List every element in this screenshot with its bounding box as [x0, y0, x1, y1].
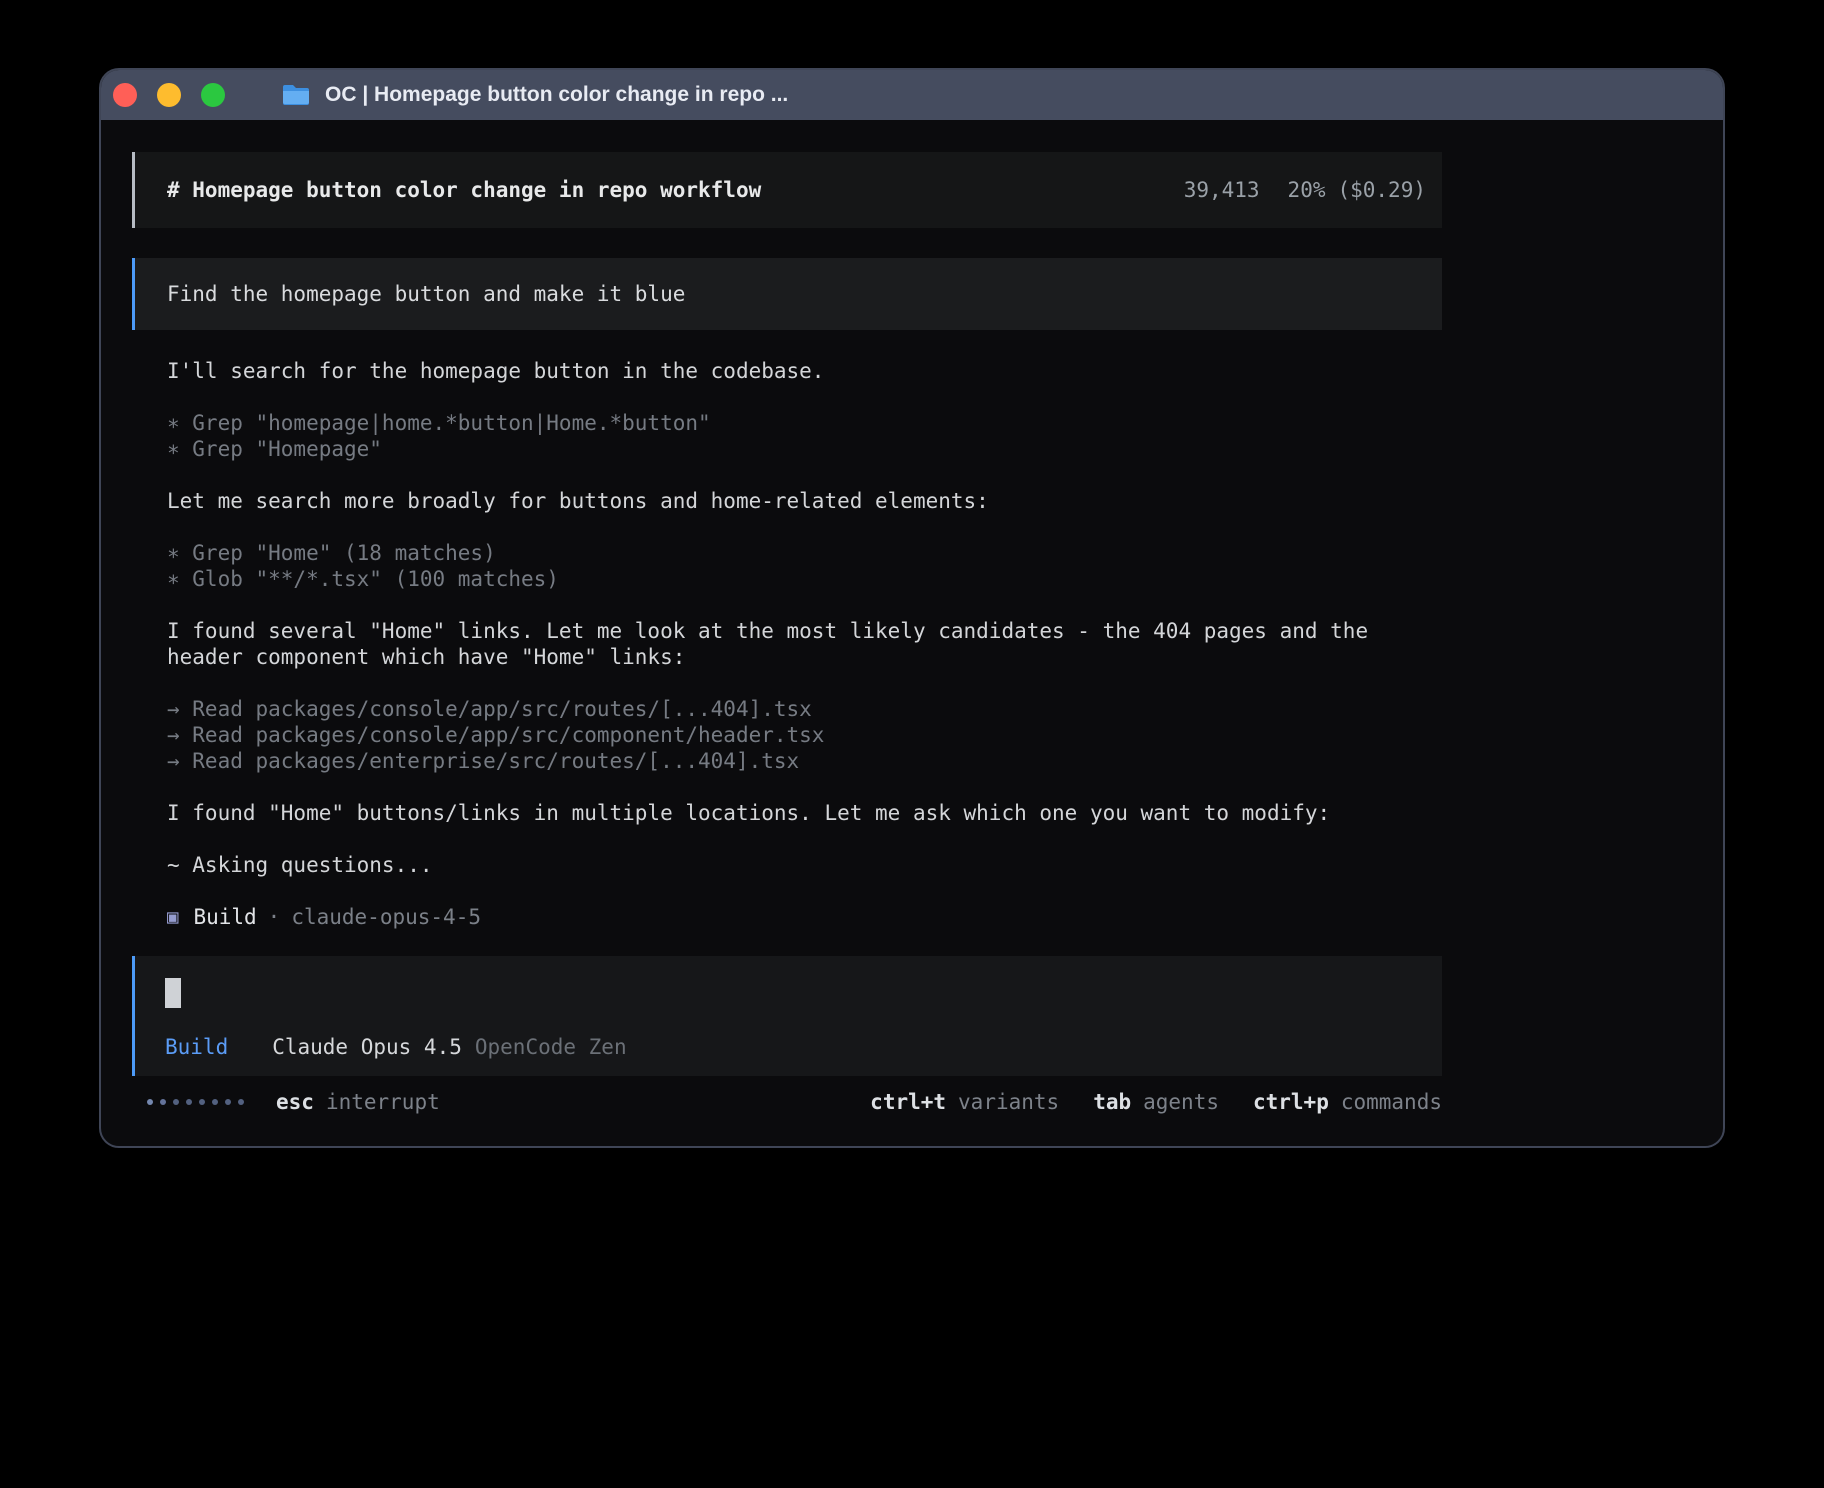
session-title: # Homepage button color change in repo w…: [167, 177, 761, 203]
titlebar[interactable]: OC | Homepage button color change in rep…: [101, 70, 1723, 120]
input-meta: Build Claude Opus 4.5 OpenCode Zen: [165, 1034, 1442, 1060]
ctrl-t-key-hint: ctrl+t: [870, 1090, 946, 1114]
transcript: I'll search for the homepage button in t…: [132, 358, 1442, 930]
tool-call-group: ∗ Grep "Home" (18 matches) ∗ Glob "**/*.…: [167, 540, 1442, 592]
window-title: OC | Homepage button color change in rep…: [325, 83, 788, 107]
agent-mode-label[interactable]: Build: [165, 1035, 228, 1059]
session-header: # Homepage button color change in repo w…: [132, 152, 1442, 228]
tool-call-line: ∗ Grep "Homepage": [167, 436, 1442, 462]
interrupt-label: interrupt: [326, 1089, 440, 1115]
variants-label: variants: [958, 1090, 1059, 1114]
agents-label: agents: [1143, 1090, 1219, 1114]
close-button[interactable]: [113, 83, 137, 107]
assistant-message: I found "Home" buttons/links in multiple…: [167, 800, 1442, 826]
agent-icon: ▣: [167, 904, 178, 930]
user-message: Find the homepage button and make it blu…: [132, 258, 1442, 330]
shortcut-commands: ctrl+p commands: [1253, 1089, 1442, 1115]
ctrl-p-key-hint: ctrl+p: [1253, 1090, 1329, 1114]
esc-key-hint: esc: [276, 1089, 314, 1115]
agent-status: ▣ Build · claude-opus-4-5: [167, 904, 1442, 930]
provider-label: OpenCode Zen: [475, 1035, 627, 1059]
folder-icon: [281, 83, 311, 107]
terminal-window: OC | Homepage button color change in rep…: [99, 68, 1725, 1148]
status-bar: esc interrupt ctrl+t variants tab agents c…: [132, 1088, 1442, 1116]
tool-call-line: → Read packages/console/app/src/componen…: [167, 722, 1442, 748]
context-percent: 20%: [1288, 178, 1326, 202]
user-message-text: Find the homepage button and make it blu…: [167, 281, 685, 307]
shortcut-variants: ctrl+t variants: [870, 1089, 1059, 1115]
tool-call-line: → Read packages/enterprise/src/routes/[.…: [167, 748, 1442, 774]
traffic-lights: [113, 83, 225, 107]
tool-call-group: → Read packages/console/app/src/routes/[…: [167, 696, 1442, 774]
zoom-button[interactable]: [201, 83, 225, 107]
tool-call-line: ∗ Grep "homepage|home.*button|Home.*butt…: [167, 410, 1442, 436]
session-cost: ($0.29): [1337, 178, 1426, 202]
shortcut-agents: tab agents: [1093, 1089, 1219, 1115]
assistant-message: ~ Asking questions...: [167, 852, 1442, 878]
tool-call-line: ∗ Glob "**/*.tsx" (100 matches): [167, 566, 1442, 592]
tab-key-hint: tab: [1093, 1090, 1131, 1114]
tool-call-line: ∗ Grep "Home" (18 matches): [167, 540, 1442, 566]
assistant-message: Let me search more broadly for buttons a…: [167, 488, 1442, 514]
session-meta: 39,413 20% ($0.29): [1184, 177, 1426, 203]
agent-name: Build: [193, 904, 256, 930]
token-count: 39,413: [1184, 178, 1260, 202]
text-cursor: [165, 978, 181, 1008]
tool-call-group: ∗ Grep "homepage|home.*button|Home.*butt…: [167, 410, 1442, 462]
minimize-button[interactable]: [157, 83, 181, 107]
tool-call-line: → Read packages/console/app/src/routes/[…: [167, 696, 1442, 722]
prompt-input[interactable]: Build Claude Opus 4.5 OpenCode Zen: [132, 956, 1442, 1076]
model-label: Claude Opus 4.5: [272, 1035, 462, 1059]
agent-model-name: claude-opus-4-5: [291, 904, 481, 930]
assistant-message: I found several "Home" links. Let me loo…: [167, 618, 1442, 670]
commands-label: commands: [1341, 1090, 1442, 1114]
spinner-dots: [147, 1099, 244, 1105]
agent-separator: ·: [268, 904, 281, 930]
assistant-message: I'll search for the homepage button in t…: [167, 358, 1442, 384]
